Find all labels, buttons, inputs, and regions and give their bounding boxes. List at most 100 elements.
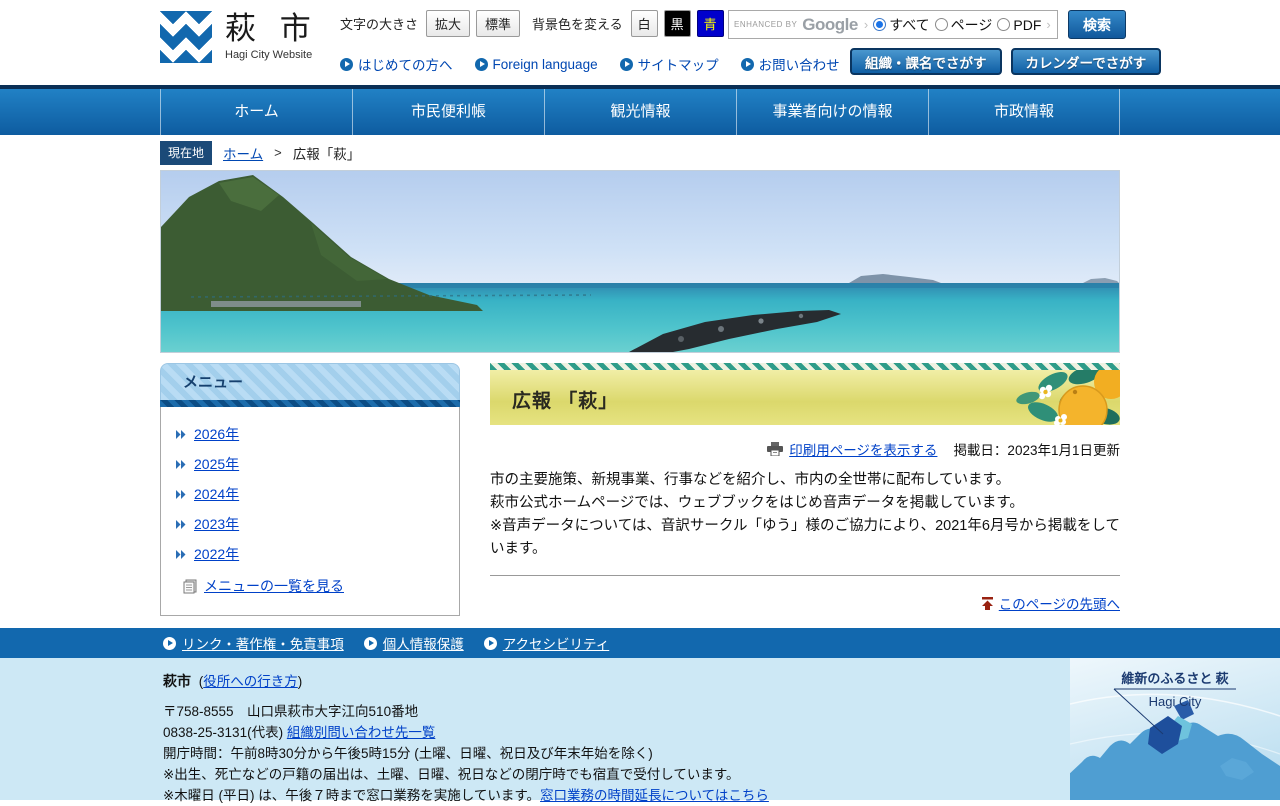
site-footer: 萩市 (役所への行き方) 〒758-8555 山口県萩市大字江向510番地 08… <box>0 658 1280 803</box>
nav-tourism-info[interactable]: 観光情報 <box>544 89 736 135</box>
bg-blue-button[interactable]: 青 <box>696 10 724 37</box>
menu-header: メニュー <box>160 363 460 400</box>
breadcrumb: 現在地 ホーム > 広報「萩」 <box>160 135 1280 170</box>
double-arrow-icon <box>176 459 186 469</box>
footer-city-name: 萩市 <box>163 673 191 689</box>
search-button[interactable]: 検索 <box>1068 10 1126 39</box>
current-location-badge: 現在地 <box>160 140 213 165</box>
search-by-calendar-button[interactable]: カレンダーでさがす <box>1010 48 1162 75</box>
article-body: 市の主要施策、新規事業、行事などを紹介し、市内の全世帯に配布しています。 萩市公… <box>490 469 1120 561</box>
directions-link[interactable]: 役所への行き方 <box>203 674 298 689</box>
menu-year-2026-link[interactable]: 2026年 <box>194 424 239 444</box>
back-to-top-icon <box>981 596 993 610</box>
contact-link[interactable]: お問い合わせ <box>740 54 840 74</box>
printer-icon <box>767 442 784 456</box>
arrow-circle-icon <box>740 57 754 71</box>
content-divider <box>490 575 1120 576</box>
menu-year-2025-link[interactable]: 2025年 <box>194 454 239 474</box>
title-stripe-border <box>490 363 1120 370</box>
text-size-standard-button[interactable]: 標準 <box>476 10 521 37</box>
hagi-location-map: 維新のふるさと 萩 Hagi City <box>1065 658 1280 800</box>
paragraph: 市の主要施策、新規事業、行事などを紹介し、市内の全世帯に配布しています。 <box>490 472 1011 488</box>
publish-date: 掲載日：2023年1月1日更新 <box>953 443 1120 458</box>
site-title: 萩 市 <box>225 11 319 46</box>
arrow-circle-icon <box>163 636 176 650</box>
footer-copyright-link[interactable]: リンク・著作権・免責事項 <box>163 633 344 653</box>
bg-black-button[interactable]: 黒 <box>663 10 691 37</box>
page-title-bar: 広報 「萩」 <box>490 370 1120 425</box>
sidebar-menu: メニュー 2026年 2025年 2024年 2023年 2022年 メニューの… <box>160 363 460 628</box>
footer-accessibility-link[interactable]: アクセシビリティ <box>483 633 609 653</box>
site-header: 萩 市 Hagi City Website 文字の大きさ 拡大 標準 背景色を変… <box>0 0 1280 85</box>
list-item: メニューの一覧を見る <box>176 571 449 601</box>
nav-home[interactable]: ホーム <box>160 89 352 135</box>
radio-unchecked-icon <box>934 18 948 31</box>
bg-white-button[interactable]: 白 <box>630 10 658 37</box>
google-logo: Google <box>802 14 858 34</box>
double-arrow-icon <box>176 549 186 559</box>
header-quick-links: はじめての方へ Foreign language サイトマップ お問い合わせ <box>340 54 840 74</box>
chevron-right-icon: › <box>1046 17 1051 32</box>
first-time-visitors-link[interactable]: はじめての方へ <box>340 54 453 74</box>
menu-year-2023-link[interactable]: 2023年 <box>194 514 239 534</box>
citrus-illustration <box>1016 370 1120 425</box>
arrow-circle-icon <box>340 57 353 71</box>
double-arrow-icon <box>176 519 186 529</box>
menu-year-2024-link[interactable]: 2024年 <box>194 484 239 504</box>
main-content: 広報 「萩」 印刷用ページを表示する 掲載日：2023年1月1日更新 市の主要施… <box>490 363 1120 628</box>
site-subtitle: Hagi City Website <box>225 49 313 61</box>
map-label-jp: 維新のふるさと 萩 <box>1121 671 1228 686</box>
foreign-language-link[interactable]: Foreign language <box>474 54 598 74</box>
bg-color-label: 背景色を変える <box>532 17 623 32</box>
radio-unchecked-icon <box>997 18 1011 31</box>
breadcrumb-home-link[interactable]: ホーム <box>223 143 263 163</box>
search-scope-pdf-radio[interactable]: PDF <box>997 17 1041 33</box>
footer-privacy-link[interactable]: 個人情報保護 <box>363 633 464 653</box>
back-to-top-link[interactable]: このページの先頭へ <box>999 593 1120 613</box>
double-arrow-icon <box>176 489 186 499</box>
breadcrumb-separator: > <box>274 145 282 160</box>
arrow-circle-icon <box>474 57 488 71</box>
breadcrumb-current-page: 広報「萩」 <box>292 146 361 162</box>
print-page-link[interactable]: 印刷用ページを表示する <box>789 439 937 459</box>
nav-city-administration[interactable]: 市政情報 <box>928 89 1120 135</box>
text-size-label: 文字の大きさ <box>340 17 419 32</box>
footer-map: 維新のふるさと 萩 Hagi City <box>1065 658 1280 800</box>
radio-checked-icon <box>873 18 887 31</box>
footer-linkbar: リンク・著作権・免責事項 個人情報保護 アクセシビリティ <box>0 628 1280 658</box>
search-by-organization-button[interactable]: 組織・課名でさがす <box>850 48 1002 75</box>
double-arrow-icon <box>176 429 186 439</box>
back-to-top-row: このページの先頭へ <box>490 593 1120 613</box>
text-size-enlarge-button[interactable]: 拡大 <box>426 10 471 37</box>
list-item: 2025年 <box>176 449 449 479</box>
print-row: 印刷用ページを表示する 掲載日：2023年1月1日更新 <box>490 439 1120 459</box>
arrow-circle-icon <box>619 57 633 71</box>
arrow-circle-icon <box>483 636 497 650</box>
paragraph: 萩市公式ホームページでは、ウェブブックをはじめ音声データを掲載しています。 <box>490 495 1024 511</box>
sea-island-landscape <box>161 171 1119 352</box>
menu-year-2022-link[interactable]: 2022年 <box>194 544 239 564</box>
search-scope-all-radio[interactable]: すべて <box>873 15 930 35</box>
list-item: 2022年 <box>176 539 449 569</box>
menu-title: メニュー <box>183 374 244 391</box>
hero-photo <box>160 170 1120 353</box>
main-area: メニュー 2026年 2025年 2024年 2023年 2022年 メニューの… <box>160 353 1120 628</box>
site-logo[interactable]: 萩 市 Hagi City Website <box>160 11 319 63</box>
sitemap-link[interactable]: サイトマップ <box>619 54 719 74</box>
site-search-box[interactable]: ENHANCED BY Google › すべて ページ PDF › <box>728 10 1058 39</box>
accessibility-toolbar: 文字の大きさ 拡大 標準 背景色を変える 白 黒 青 <box>340 10 724 37</box>
search-scope-page-radio[interactable]: ページ <box>934 15 992 35</box>
nav-business-info[interactable]: 事業者向けの情報 <box>736 89 928 135</box>
menu-view-all-link[interactable]: メニューの一覧を見る <box>204 576 344 596</box>
list-item: 2023年 <box>176 509 449 539</box>
contact-list-link[interactable]: 組織別問い合わせ先一覧 <box>287 725 436 740</box>
main-nav: ホーム 市民便利帳 観光情報 事業者向けの情報 市政情報 <box>0 85 1280 135</box>
chevron-right-icon: › <box>863 17 869 32</box>
list-item: 2024年 <box>176 479 449 509</box>
enhanced-by-label: ENHANCED BY <box>734 20 798 29</box>
hagi-diamond-logo-icon <box>160 11 212 63</box>
nav-citizen-handbook[interactable]: 市民便利帳 <box>352 89 544 135</box>
arrow-circle-icon <box>363 636 377 650</box>
window-hours-link[interactable]: 窓口業務の時間延長についてはこちら <box>540 788 769 803</box>
list-item: 2026年 <box>176 419 449 449</box>
